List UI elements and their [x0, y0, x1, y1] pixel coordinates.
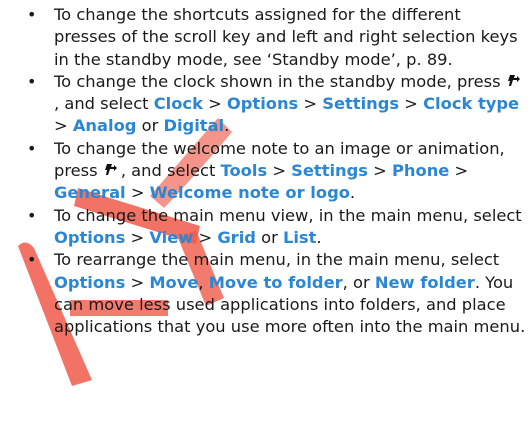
body-text: , and select [120, 161, 221, 181]
menu-key-icon [507, 73, 523, 89]
path-separator: > [54, 116, 73, 136]
body-text: , or [342, 272, 375, 292]
path-separator: > [193, 227, 218, 247]
bullet: • [27, 250, 37, 270]
bullet: • [27, 138, 37, 158]
bullet: • [27, 71, 37, 91]
menu-path-link[interactable]: View [149, 228, 193, 247]
menu-path-link[interactable]: Clock [154, 94, 203, 113]
path-separator: > [125, 183, 150, 203]
path-separator: > [125, 227, 150, 247]
path-separator: > [202, 94, 227, 114]
list-item: • To change the clock shown in the standb… [16, 71, 528, 138]
body-text: To change the main menu view, in the mai… [54, 205, 522, 225]
path-separator: > [125, 272, 150, 292]
list-item: • To change the shortcuts assigned for th… [16, 4, 528, 71]
bullet-list: • To change the shortcuts assigned for th… [16, 4, 528, 338]
body-text: To rearrange the main menu, in the main … [54, 250, 500, 270]
body-text: . [349, 183, 356, 203]
menu-path-link[interactable]: Welcome note or logo [150, 183, 350, 202]
body-text: , and select [54, 94, 154, 114]
body-text: . [224, 116, 230, 136]
menu-path-link[interactable]: General [54, 183, 126, 202]
menu-path-link[interactable]: Analog [73, 116, 137, 135]
menu-path-link[interactable]: New folder [375, 273, 475, 292]
menu-path-link[interactable]: Options [54, 228, 125, 247]
document-content: • To change the shortcuts assigned for th… [16, 4, 528, 338]
list-item: • To change the welcome note to an image … [16, 138, 528, 205]
menu-path-link[interactable]: Settings [322, 94, 399, 113]
menu-path-link[interactable]: Grid [217, 228, 256, 247]
body-text: . [316, 227, 322, 247]
path-separator: > [449, 161, 469, 181]
path-separator: > [267, 161, 292, 181]
menu-path-link[interactable]: Move to folder [209, 273, 343, 292]
body-text: To change the clock shown in the standby… [54, 71, 506, 91]
body-text: , [198, 272, 209, 292]
path-separator: > [399, 94, 424, 114]
menu-path-link[interactable]: Options [54, 273, 125, 292]
path-separator: > [368, 161, 392, 181]
menu-path-link[interactable]: Tools [221, 161, 268, 180]
path-separator: > [298, 94, 323, 114]
menu-path-link[interactable]: Phone [392, 161, 449, 180]
menu-path-link[interactable]: Move [149, 273, 198, 292]
bullet: • [27, 205, 37, 225]
menu-path-link[interactable]: Options [227, 94, 298, 113]
menu-path-link[interactable]: Clock type [423, 94, 519, 113]
bullet: • [27, 5, 37, 24]
list-item: • To change the main menu view, in the ma… [16, 205, 528, 250]
menu-path-link[interactable]: List [283, 228, 316, 247]
body-text: or [136, 116, 164, 136]
list-item: • To rearrange the main menu, in the main… [16, 249, 528, 338]
menu-key-icon [104, 162, 120, 178]
body-text: or [255, 227, 283, 247]
menu-path-link[interactable]: Settings [291, 161, 368, 180]
body-text: To change the shortcuts assigned for the… [54, 5, 518, 69]
menu-path-link[interactable]: Digital [163, 116, 224, 135]
